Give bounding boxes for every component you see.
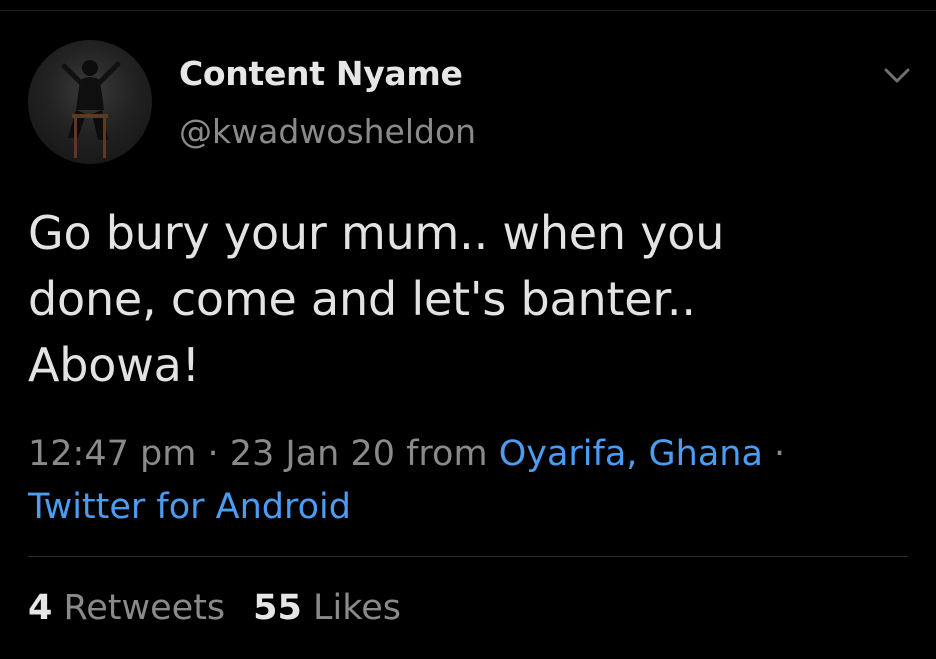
user-handle[interactable]: @kwadwosheldon bbox=[179, 112, 476, 151]
meta-separator: · bbox=[762, 434, 786, 474]
tweet-text: Go bury your mum.. when you done, come a… bbox=[28, 200, 908, 398]
display-name[interactable]: Content Nyame bbox=[179, 54, 463, 93]
location-link[interactable]: Oyarifa, Ghana bbox=[499, 434, 763, 474]
from-label: from bbox=[394, 434, 499, 474]
retweets-stat[interactable]: 4 Retweets bbox=[28, 588, 225, 628]
tweet-meta: 12:47 pm · 23 Jan 20 from Oyarifa, Ghana… bbox=[28, 428, 908, 534]
tweet-text-line: Go bury your mum.. when you bbox=[28, 206, 725, 260]
likes-count: 55 bbox=[253, 588, 302, 628]
meta-separator: · bbox=[196, 434, 230, 474]
tweet-date: 23 Jan 20 bbox=[229, 434, 395, 474]
top-divider bbox=[0, 10, 936, 11]
tweet-stats: 4 Retweets 55 Likes bbox=[28, 588, 401, 628]
tweet-text-line: done, come and let's banter.. bbox=[28, 272, 696, 326]
user-avatar-photo-icon bbox=[61, 60, 121, 158]
tweet-text-line: Abowa! bbox=[28, 338, 200, 392]
likes-label: Likes bbox=[313, 588, 402, 628]
retweets-label: Retweets bbox=[63, 588, 226, 628]
chevron-down-icon[interactable] bbox=[880, 62, 914, 88]
likes-stat[interactable]: 55 Likes bbox=[253, 588, 401, 628]
stats-divider bbox=[28, 556, 908, 557]
avatar[interactable] bbox=[28, 40, 152, 164]
source-link[interactable]: Twitter for Android bbox=[28, 487, 351, 527]
retweets-count: 4 bbox=[28, 588, 53, 628]
tweet-time: 12:47 pm bbox=[28, 434, 197, 474]
